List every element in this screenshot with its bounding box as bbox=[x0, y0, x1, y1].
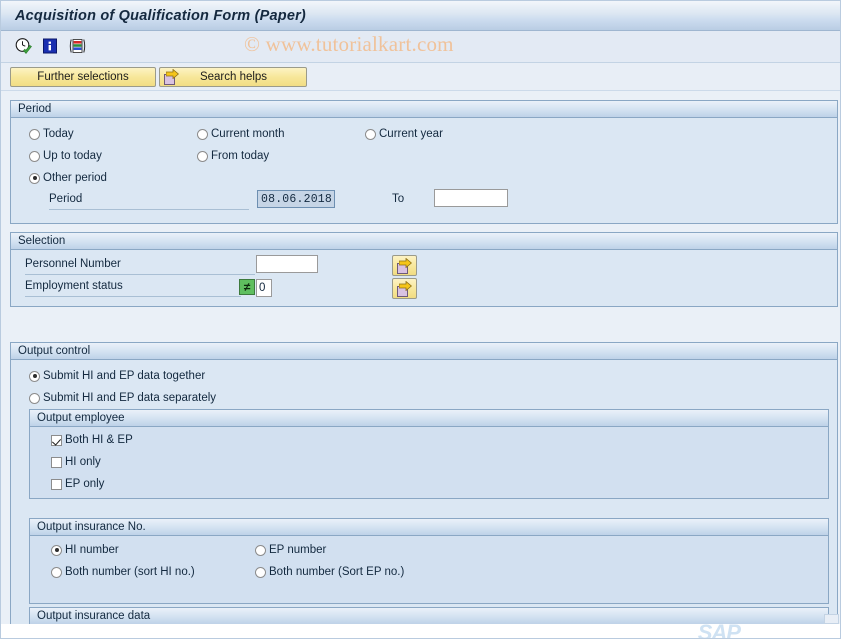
radio-both-number-sort-hi-button[interactable] bbox=[51, 566, 62, 578]
search-helps-label: Search helps bbox=[199, 70, 268, 83]
radio-current-year-button[interactable] bbox=[365, 128, 376, 140]
radio-from-today-button[interactable] bbox=[197, 150, 208, 162]
radio-submit-together[interactable]: Submit HI and EP data together bbox=[29, 370, 205, 382]
employment-status-underline bbox=[25, 296, 241, 297]
personnel-number-input[interactable] bbox=[256, 255, 318, 273]
radio-both-number-sort-hi-label: Both number (sort HI no.) bbox=[65, 566, 195, 578]
radio-submit-separately[interactable]: Submit HI and EP data separately bbox=[29, 392, 216, 404]
period-to-label: To bbox=[392, 193, 405, 205]
checkbox-both-hi-ep-label: Both HI & EP bbox=[65, 434, 133, 446]
window-titlebar: Acquisition of Qualification Form (Paper… bbox=[1, 1, 840, 31]
arrow-card-icon bbox=[164, 69, 179, 85]
arrow-card-icon bbox=[397, 281, 412, 297]
info-icon[interactable] bbox=[41, 37, 60, 56]
sap-selection-screen: Acquisition of Qualification Form (Paper… bbox=[0, 0, 841, 639]
period-date-from-input[interactable] bbox=[257, 190, 335, 208]
radio-today[interactable]: Today bbox=[29, 128, 74, 140]
selection-panel: Selection Personnel Number Employment st… bbox=[10, 232, 838, 307]
radio-today-button[interactable] bbox=[29, 128, 40, 140]
watermark-text: © www.tutorialkart.com bbox=[244, 32, 454, 56]
radio-up-to-today-button[interactable] bbox=[29, 150, 40, 162]
further-selections-button[interactable]: Further selections bbox=[10, 66, 156, 87]
output-insurance-no-panel: Output insurance No. HI number EP number… bbox=[29, 518, 829, 604]
output-employee-panel: Output employee Both HI & EP HI only EP … bbox=[29, 409, 829, 499]
output-control-panel: Output control Submit HI and EP data tog… bbox=[10, 342, 838, 638]
radio-both-number-sort-ep-label: Both number (Sort EP no.) bbox=[269, 566, 405, 578]
scrollbar-corner[interactable] bbox=[824, 614, 839, 624]
radio-current-month-button[interactable] bbox=[197, 128, 208, 140]
color-bars-icon[interactable] bbox=[68, 37, 87, 56]
radio-up-to-today[interactable]: Up to today bbox=[29, 150, 102, 162]
radio-current-month[interactable]: Current month bbox=[197, 128, 285, 140]
sap-logo: SAP bbox=[697, 620, 741, 639]
checkbox-ep-only-label: EP only bbox=[65, 478, 105, 490]
checkbox-both-hi-ep-box[interactable] bbox=[51, 434, 62, 446]
personnel-number-label: Personnel Number bbox=[25, 258, 121, 270]
radio-current-month-label: Current month bbox=[211, 128, 285, 140]
checkbox-ep-only[interactable]: EP only bbox=[51, 478, 104, 490]
radio-current-year[interactable]: Current year bbox=[365, 128, 443, 140]
radio-submit-together-label: Submit HI and EP data together bbox=[43, 370, 206, 382]
search-helps-button[interactable]: Search helps bbox=[159, 66, 307, 87]
radio-hi-number-label: HI number bbox=[65, 544, 119, 556]
checkbox-hi-only-box[interactable] bbox=[51, 456, 62, 468]
radio-other-period[interactable]: Other period bbox=[29, 172, 107, 184]
output-control-panel-title: Output control bbox=[11, 343, 837, 360]
output-insurance-no-panel-title: Output insurance No. bbox=[30, 519, 828, 536]
execute-clock-icon[interactable] bbox=[14, 37, 33, 56]
output-employee-panel-title: Output employee bbox=[30, 410, 828, 427]
radio-current-year-label: Current year bbox=[379, 128, 443, 140]
radio-hi-number[interactable]: HI number bbox=[51, 544, 119, 556]
radio-other-period-button[interactable] bbox=[29, 172, 40, 184]
checkbox-both-hi-ep[interactable]: Both HI & EP bbox=[51, 434, 133, 446]
employment-status-label: Employment status bbox=[25, 280, 123, 292]
radio-ep-number[interactable]: EP number bbox=[255, 544, 326, 556]
checkbox-hi-only-label: HI only bbox=[65, 456, 101, 468]
radio-both-number-sort-ep-button[interactable] bbox=[255, 566, 266, 578]
period-panel: Period Today Current month Current year … bbox=[10, 100, 838, 224]
radio-from-today-label: From today bbox=[211, 150, 270, 162]
period-panel-title: Period bbox=[11, 101, 837, 118]
period-label-underline bbox=[49, 209, 249, 210]
selection-panel-title: Selection bbox=[11, 233, 837, 250]
employment-status-operator-icon[interactable]: ≠ bbox=[239, 279, 255, 295]
button-row: Further selections Search helps bbox=[1, 63, 840, 91]
employment-status-input[interactable] bbox=[256, 279, 272, 297]
arrow-card-icon bbox=[397, 258, 412, 274]
page-title: Acquisition of Qualification Form (Paper… bbox=[15, 7, 306, 24]
radio-today-label: Today bbox=[43, 128, 74, 140]
personnel-number-underline bbox=[25, 274, 255, 275]
radio-both-number-sort-hi[interactable]: Both number (sort HI no.) bbox=[51, 566, 195, 578]
checkbox-hi-only[interactable]: HI only bbox=[51, 456, 101, 468]
checkbox-ep-only-box[interactable] bbox=[51, 478, 62, 490]
radio-submit-together-button[interactable] bbox=[29, 370, 40, 382]
radio-ep-number-label: EP number bbox=[269, 544, 327, 556]
radio-other-period-label: Other period bbox=[43, 172, 107, 184]
employment-status-multiple-selection-button[interactable] bbox=[392, 278, 417, 299]
radio-both-number-sort-ep[interactable]: Both number (Sort EP no.) bbox=[255, 566, 404, 578]
radio-submit-separately-button[interactable] bbox=[29, 392, 40, 404]
radio-hi-number-button[interactable] bbox=[51, 544, 62, 556]
radio-submit-separately-label: Submit HI and EP data separately bbox=[43, 392, 217, 404]
radio-from-today[interactable]: From today bbox=[197, 150, 269, 162]
period-field-label: Period bbox=[49, 193, 83, 205]
radio-ep-number-button[interactable] bbox=[255, 544, 266, 556]
radio-up-to-today-label: Up to today bbox=[43, 150, 102, 162]
toolbar: © www.tutorialkart.com bbox=[1, 31, 840, 63]
period-date-to-input[interactable] bbox=[434, 189, 508, 207]
personnel-number-multiple-selection-button[interactable] bbox=[392, 255, 417, 276]
